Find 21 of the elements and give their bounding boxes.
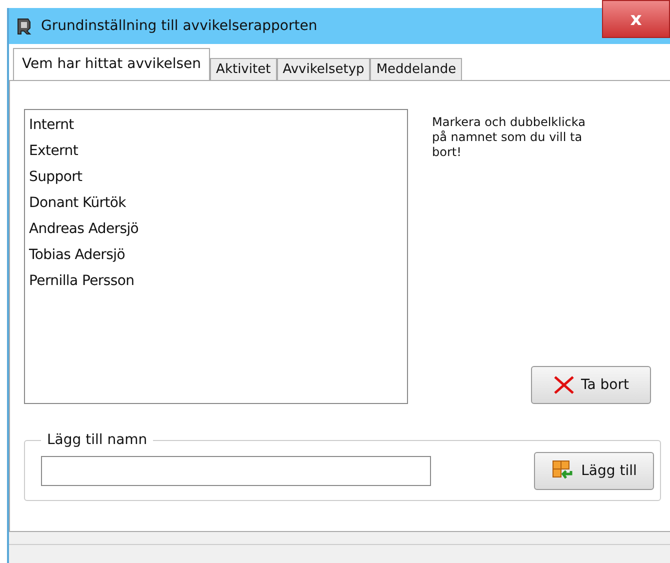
list-item[interactable]: Internt (29, 114, 403, 136)
window-title: Grundinställning till avvikelserapporten (41, 18, 318, 34)
names-list[interactable]: Internt Externt Support Donant Kürtök Andreas Adersjö Tobias Adersjö Pernilla Persson (24, 109, 408, 404)
list-item[interactable]: Support (29, 166, 403, 188)
list-item[interactable]: Tobias Adersjö (29, 244, 403, 266)
tab[interactable]: Meddelande (370, 58, 462, 80)
list-item[interactable]: Andreas Adersjö (29, 218, 403, 240)
app-logo-icon (15, 17, 33, 35)
tab[interactable]: Avvikelsetyp (276, 58, 370, 80)
tab[interactable]: Vem har hittat avvikelsen (13, 48, 210, 80)
name-input[interactable] (41, 456, 431, 486)
list-item[interactable]: Externt (29, 140, 403, 162)
remove-button[interactable]: Ta bort (531, 366, 651, 404)
close-button[interactable]: x (602, 0, 670, 38)
cross-icon (553, 375, 576, 395)
add-button[interactable]: Lägg till (534, 452, 654, 490)
help-text: Markera och dubbelklicka på namnet som du vill ta bort! (432, 115, 586, 160)
list-item[interactable]: Donant Kürtök (29, 192, 403, 214)
list-item[interactable]: Pernilla Persson (29, 270, 403, 292)
group-legend: Lägg till namn (41, 432, 154, 448)
tab[interactable]: Aktivitet (210, 58, 277, 80)
